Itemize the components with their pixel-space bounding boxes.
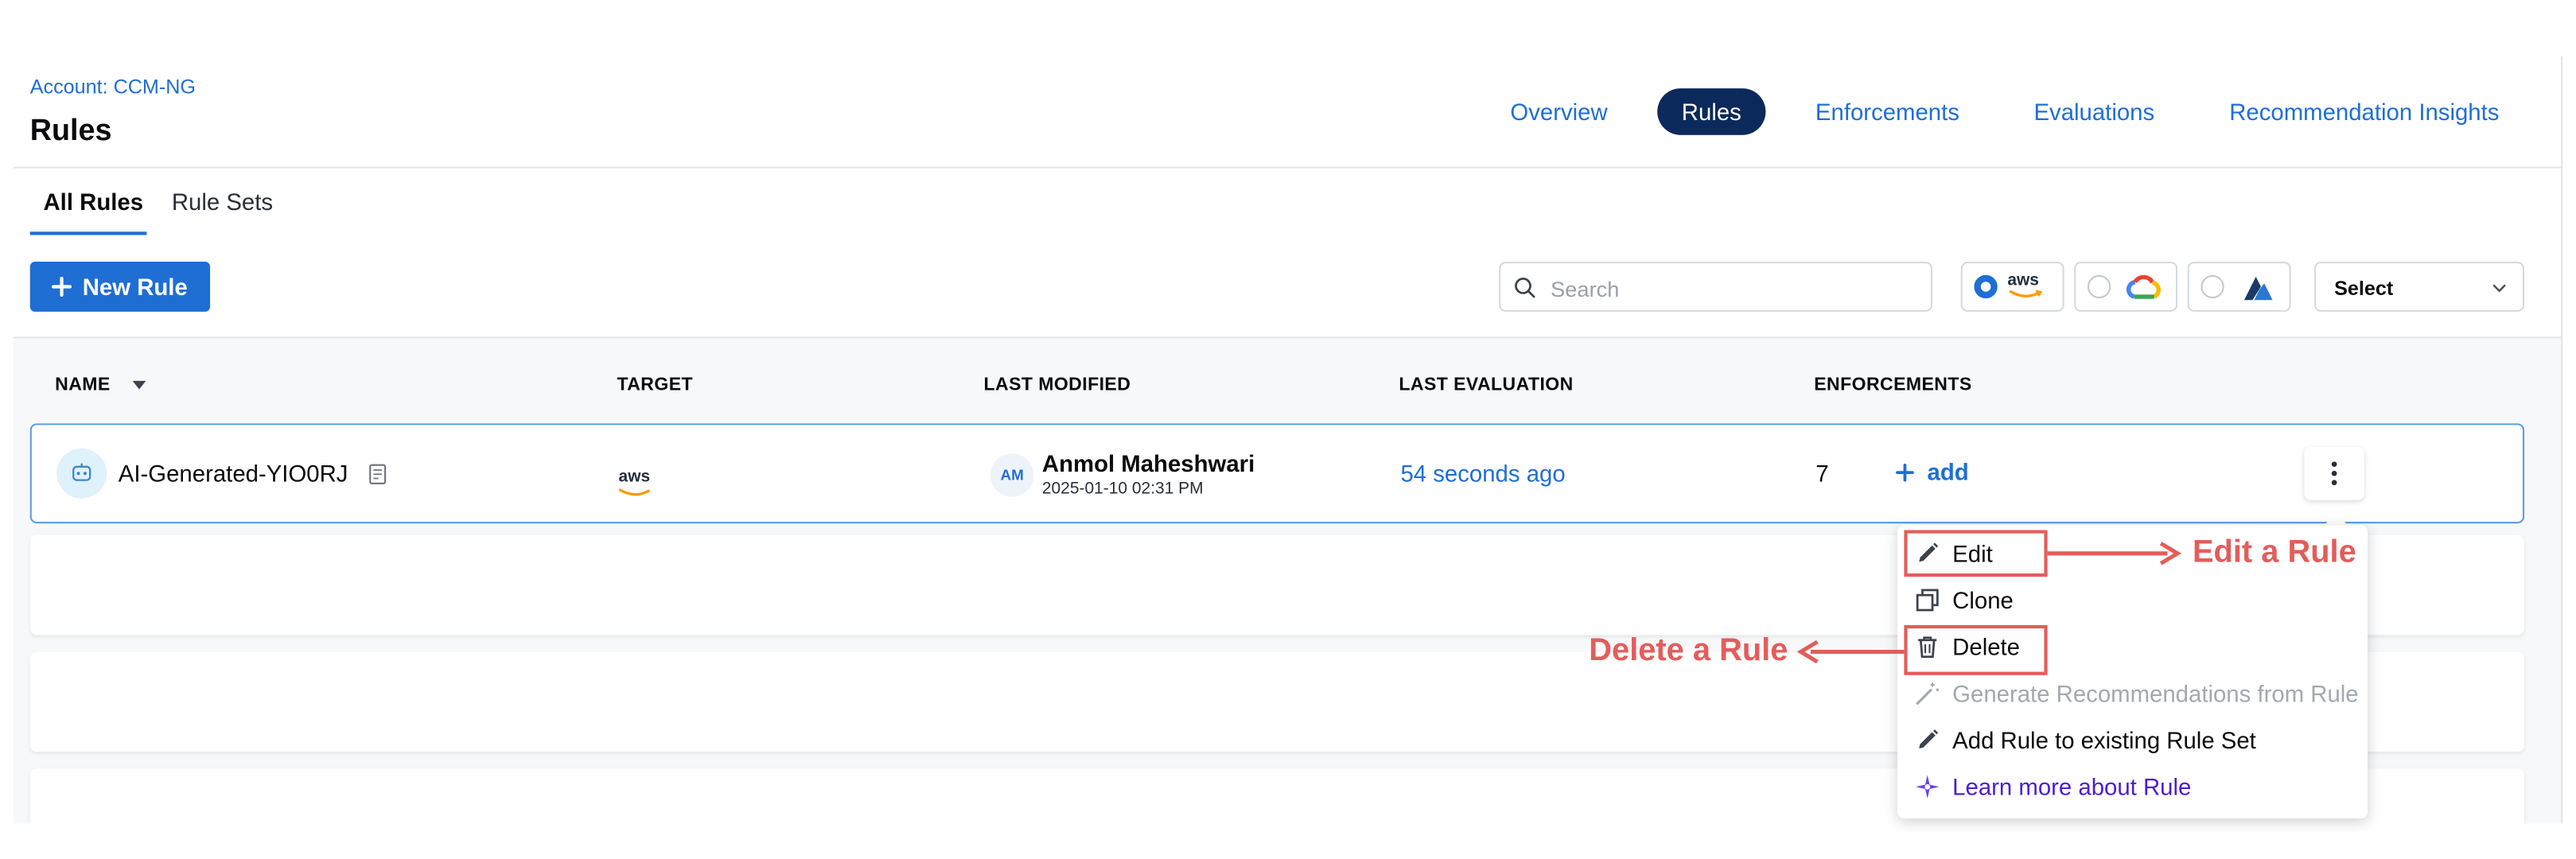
edit-annotation-label: Edit a Rule (2192, 534, 2356, 570)
column-header-target: TARGET (617, 375, 694, 395)
more-options-button[interactable] (2304, 446, 2364, 500)
menu-item-generate-recommendations: Generate Recommendations from Rule (1897, 670, 2368, 717)
column-header-enforcements: ENFORCEMENTS (1814, 375, 1972, 395)
delete-annotation-label: Delete a Rule (1589, 633, 1788, 669)
azure-radio[interactable] (2200, 274, 2224, 299)
column-header-last-modified: LAST MODIFIED (983, 375, 1131, 395)
gcp-radio[interactable] (2087, 274, 2111, 299)
tab-rules[interactable]: Rules (1657, 88, 1766, 135)
toolbar: New Rule aws (13, 236, 2562, 339)
plus-icon (1896, 463, 1914, 482)
add-enforcement-button[interactable]: add (1896, 458, 1969, 485)
table-row[interactable]: AI-Generated-YIO0RJ aws AM Anmol Maheshw… (29, 423, 2525, 524)
pencil-icon (1919, 729, 1939, 749)
new-rule-button[interactable]: New Rule (29, 262, 211, 312)
aws-smile-icon (2009, 290, 2043, 297)
tab-recommendation-insights[interactable]: Recommendation Insights (2214, 88, 2514, 135)
active-subtab-underline (29, 231, 147, 235)
cloud-filter-gcp[interactable] (2074, 262, 2178, 312)
modified-timestamp: 2025-01-10 02:31 PM (1041, 480, 1204, 499)
menu-item-add-to-rule-set[interactable]: Add Rule to existing Rule Set (1897, 717, 2368, 764)
copy-document-icon[interactable] (368, 464, 386, 485)
rule-icon (56, 448, 107, 499)
plus-icon (52, 276, 73, 297)
cloud-filter-aws[interactable]: aws (1960, 262, 2064, 312)
aws-radio[interactable] (1974, 274, 1998, 299)
subtab-rule-sets[interactable]: Rule Sets (172, 189, 273, 216)
target-aws-logo: aws (619, 460, 652, 498)
chevron-down-icon (2492, 284, 2506, 293)
search-input[interactable] (1547, 273, 1921, 304)
new-rule-label: New Rule (82, 273, 188, 301)
select-dropdown[interactable]: Select (2313, 262, 2525, 312)
aws-logo-text: aws (618, 468, 651, 487)
search-box[interactable] (1499, 262, 1933, 312)
tab-evaluations[interactable]: Evaluations (2021, 88, 2167, 135)
edit-arrow-icon (2047, 542, 2182, 566)
enforcement-count: 7 (1815, 460, 1829, 487)
breadcrumb[interactable]: Account: CCM-NG (30, 75, 196, 98)
aws-smile-icon (618, 488, 650, 496)
menu-item-learn-more[interactable]: Learn more about Rule (1897, 764, 2368, 810)
rule-name[interactable]: AI-Generated-YIO0RJ (119, 460, 387, 487)
search-icon (1515, 278, 1535, 298)
delete-arrow-icon (1797, 639, 1905, 664)
avatar: AM (990, 453, 1034, 497)
sparkle-icon (1916, 775, 1940, 799)
clone-icon (1916, 589, 1939, 612)
column-header-name[interactable]: NAME (55, 375, 147, 395)
column-header-last-evaluation: LAST EVALUATION (1399, 375, 1574, 395)
cloud-filter-azure[interactable] (2187, 262, 2291, 312)
delete-highlight-box (1904, 624, 2048, 675)
select-value: Select (2334, 276, 2394, 301)
magic-wand-icon (1916, 682, 1939, 705)
page-header: Account: CCM-NG Rules Overview Rules Enf… (13, 56, 2562, 169)
last-evaluation-link[interactable]: 54 seconds ago (1400, 460, 1565, 487)
more-vertical-icon (2331, 461, 2337, 486)
modifier-name: Anmol Maheshwari (1041, 449, 1255, 477)
edit-highlight-box (1904, 530, 2048, 577)
tab-overview[interactable]: Overview (1489, 88, 1629, 135)
ai-rule-icon (72, 463, 91, 481)
aws-logo: aws (2007, 271, 2039, 290)
menu-item-clone[interactable]: Clone (1897, 577, 2368, 624)
google-cloud-icon (2126, 274, 2161, 299)
azure-icon (2243, 276, 2273, 301)
subtabs-bar: All Rules Rule Sets (13, 168, 2562, 239)
page-title: Rules (29, 113, 112, 147)
tab-enforcements[interactable]: Enforcements (1797, 88, 1977, 135)
sort-down-icon[interactable] (133, 380, 148, 391)
menu-caret (2324, 513, 2348, 526)
subtab-all-rules[interactable]: All Rules (43, 189, 143, 216)
